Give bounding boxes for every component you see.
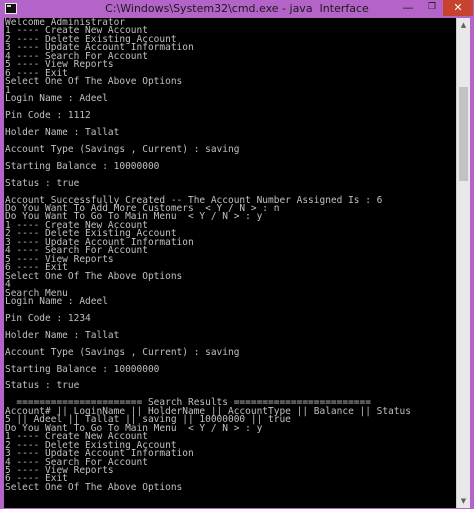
console-line: Account Type (Savings , Current) : savin… (4, 346, 240, 358)
scroll-down-arrow-icon[interactable]: ▼ (457, 494, 470, 508)
window-frame-right (470, 18, 474, 509)
console-line: Starting Balance : 10000000 (4, 363, 160, 375)
scroll-up-arrow-icon[interactable]: ▲ (457, 18, 470, 32)
console-line: Login Name : Adeel (4, 93, 108, 105)
cmd-window: C:\Windows\System32\cmd.exe - java Inter… (0, 0, 474, 509)
restore-button[interactable]: ❐ (420, 0, 444, 16)
console-text: Welcome Administrator 1 ---- Create New … (4, 18, 451, 492)
console-line: Login Name : Adeel (4, 295, 108, 307)
console-line: Status : true (4, 177, 80, 189)
console-line: Holder Name : Tallat (4, 126, 120, 138)
vertical-scrollbar[interactable]: ▲ ▼ (456, 18, 470, 508)
console-line: Account Type (Savings , Current) : savin… (4, 143, 240, 155)
minimize-button[interactable]: — (396, 0, 420, 16)
console-line: Holder Name : Tallat (4, 329, 120, 341)
console-line: Select One Of The Above Options (4, 481, 183, 493)
console-line: Status : true (4, 380, 80, 392)
title-bar[interactable]: C:\Windows\System32\cmd.exe - java Inter… (0, 0, 474, 18)
console-line: Pin Code : 1234 (4, 312, 91, 324)
close-button[interactable]: ✕ (443, 0, 473, 16)
console-line: Starting Balance : 10000000 (4, 160, 160, 172)
console-line: Select One Of The Above Options (4, 270, 183, 282)
console-output-area[interactable]: Welcome Administrator 1 ---- Create New … (4, 18, 456, 508)
console-line: Select One Of The Above Options (4, 76, 183, 88)
scroll-thumb[interactable] (459, 87, 468, 182)
console-line: Pin Code : 1112 (4, 109, 91, 121)
